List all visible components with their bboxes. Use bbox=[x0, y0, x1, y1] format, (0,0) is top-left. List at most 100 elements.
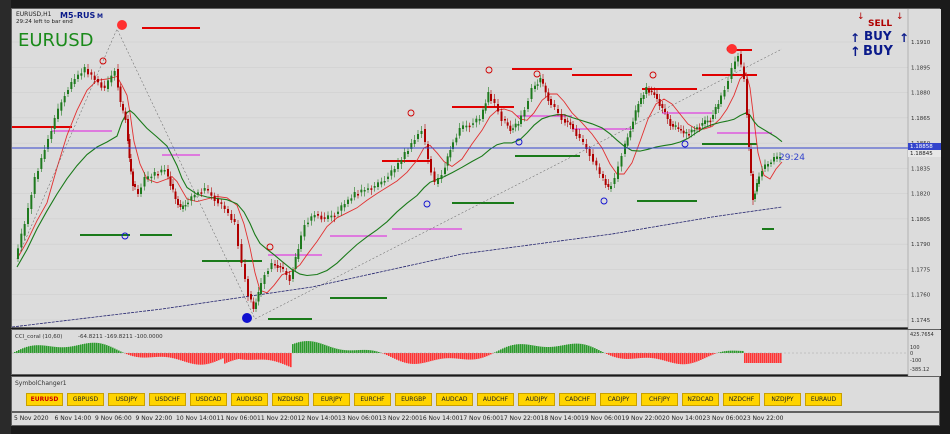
cci-bar bbox=[594, 348, 596, 353]
symbol-button-euraud[interactable]: EURAUD bbox=[805, 393, 842, 406]
cci-bar bbox=[160, 353, 162, 357]
cci-bar bbox=[132, 353, 134, 357]
symbol-button-nzdcad[interactable]: NZDCAD bbox=[682, 393, 719, 406]
cci-bar bbox=[496, 351, 498, 353]
cci-bar bbox=[198, 353, 200, 365]
cci-bar bbox=[544, 346, 546, 353]
candle-body bbox=[119, 86, 122, 102]
symbol-button-audcad[interactable]: AUDCAD bbox=[436, 393, 473, 406]
cci-bar bbox=[170, 353, 172, 358]
cci-bar bbox=[228, 353, 230, 362]
candle-body bbox=[40, 158, 43, 169]
symbol-changer-panel: SymbolChanger1 EURUSD GBPUSD USDJPY USDCHF U… bbox=[11, 376, 940, 412]
cci-bar bbox=[640, 353, 642, 359]
cci-chart[interactable]: CCI_coral (10,60) -64.8211 -169.8211 -10… bbox=[12, 330, 941, 376]
candle-body bbox=[330, 215, 333, 218]
cci-bar bbox=[370, 350, 372, 353]
cci-bar bbox=[22, 348, 24, 353]
symbol-button-audchf[interactable]: AUDCHF bbox=[477, 393, 514, 406]
cci-bar bbox=[654, 353, 656, 359]
cci-bar bbox=[30, 345, 32, 353]
cci-bar bbox=[372, 350, 374, 353]
symbol-button-nzdjpy[interactable]: NZDJPY bbox=[764, 393, 801, 406]
candle-body bbox=[87, 69, 89, 75]
candle-body bbox=[233, 219, 236, 222]
symbol-button-audjpy[interactable]: AUDJPY bbox=[518, 393, 555, 406]
cci-bar bbox=[650, 353, 652, 358]
cci-bar bbox=[690, 353, 692, 364]
symbol-button-cadchf[interactable]: CADCHF bbox=[559, 393, 596, 406]
candle-body bbox=[748, 114, 750, 147]
symbol-button-audusd[interactable]: AUDUSD bbox=[231, 393, 268, 406]
candle-body bbox=[134, 184, 136, 187]
symbol-button-usdcad[interactable]: USDCAD bbox=[190, 393, 227, 406]
sell-signal-marker bbox=[266, 243, 274, 251]
candle-body bbox=[97, 79, 99, 83]
cci-bar bbox=[16, 350, 18, 353]
candle-body bbox=[240, 244, 243, 263]
symbol-button-eurgbp[interactable]: EURGBP bbox=[395, 393, 432, 406]
cci-oscillator-panel[interactable]: CCI_coral (10,60) -64.8211 -169.8211 -10… bbox=[11, 329, 941, 376]
cci-bar bbox=[694, 353, 696, 363]
cci-bar bbox=[120, 351, 122, 353]
sell-signal: SELL bbox=[868, 19, 892, 29]
time-axis-label: 11 Nov 22:00 bbox=[257, 415, 298, 422]
time-axis-label: 11 Nov 06:00 bbox=[216, 415, 257, 422]
cci-bar bbox=[344, 350, 346, 353]
symbol-button-nzdchf[interactable]: NZDCHF bbox=[723, 393, 760, 406]
candle-body bbox=[761, 171, 763, 177]
candle-body bbox=[260, 283, 262, 294]
cci-bar bbox=[764, 353, 766, 363]
candle-body bbox=[642, 95, 645, 99]
symbol-button-eurchf[interactable]: EURCHF bbox=[354, 393, 391, 406]
cci-bar bbox=[662, 353, 664, 361]
symbol-button-chfjpy[interactable]: CHFJPY bbox=[641, 393, 678, 406]
cci-bar bbox=[428, 353, 430, 362]
cci-bar bbox=[490, 353, 492, 355]
current-price-value: 1.18858 bbox=[910, 144, 933, 150]
cci-histogram bbox=[14, 341, 782, 368]
candle-body bbox=[217, 199, 219, 204]
candle-body bbox=[294, 257, 297, 269]
main-chart-panel[interactable]: EURUSD,H1 29:24 left to bar end M5-RUS M… bbox=[11, 8, 941, 329]
candle-body bbox=[390, 170, 393, 176]
ma-fast-line bbox=[16, 71, 783, 294]
cci-bar bbox=[320, 343, 322, 353]
price-axis: 1.19101.18951.18801.18651.18501.18351.18… bbox=[907, 9, 941, 329]
candle-body bbox=[661, 104, 664, 108]
cci-bar bbox=[244, 353, 246, 360]
cci-bar bbox=[230, 353, 232, 362]
cci-bar bbox=[348, 350, 350, 353]
cci-bar bbox=[542, 346, 544, 353]
bar-timer: 29:24 bbox=[779, 153, 805, 163]
cci-bar bbox=[416, 353, 418, 364]
price-axis-label: 1.1865 bbox=[911, 116, 931, 122]
symbol-button-gbpusd[interactable]: GBPUSD bbox=[67, 393, 104, 406]
zigzag-line bbox=[16, 28, 783, 320]
symbol-button-cadjpy[interactable]: CADJPY bbox=[600, 393, 637, 406]
candle-body bbox=[723, 90, 726, 97]
candle-body bbox=[572, 124, 574, 129]
cci-bar bbox=[578, 343, 580, 353]
cci-bar bbox=[66, 347, 68, 353]
cci-bar bbox=[60, 347, 62, 353]
candle-body bbox=[598, 167, 601, 174]
cci-bar bbox=[706, 353, 708, 358]
cci-bar bbox=[702, 353, 704, 360]
cci-bar bbox=[98, 343, 100, 353]
cci-bar bbox=[708, 353, 710, 357]
symbol-button-eurusd[interactable]: EURUSD bbox=[26, 393, 63, 406]
indicator-suffix: M bbox=[97, 13, 103, 20]
cci-bar bbox=[614, 353, 616, 358]
symbol-button-usdjpy[interactable]: USDJPY bbox=[108, 393, 145, 406]
cci-bar bbox=[484, 353, 486, 357]
cci-bar bbox=[236, 353, 238, 360]
cci-bar bbox=[528, 344, 530, 353]
symbol-button-usdchf[interactable]: USDCHF bbox=[149, 393, 186, 406]
cci-bar bbox=[306, 341, 308, 353]
symbol-button-eurjpy[interactable]: EURJPY bbox=[313, 393, 350, 406]
candle-body bbox=[500, 111, 503, 121]
cci-bar bbox=[746, 353, 748, 363]
symbol-button-nzdusd[interactable]: NZDUSD bbox=[272, 393, 309, 406]
price-chart[interactable]: EURUSD,H1 29:24 left to bar end M5-RUS M… bbox=[11, 9, 941, 329]
